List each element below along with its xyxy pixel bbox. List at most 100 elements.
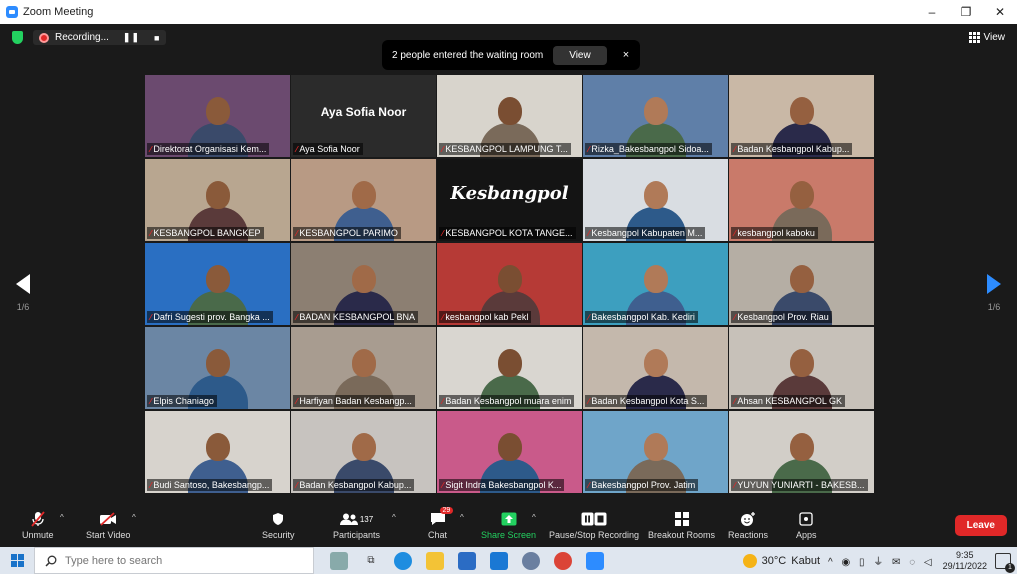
participant-name: Sigit Indra Bakesbangpol K... xyxy=(445,480,562,490)
chrome-icon[interactable] xyxy=(554,551,572,570)
breakout-rooms-icon xyxy=(674,510,689,528)
security-button[interactable]: Security xyxy=(262,510,295,540)
shield-icon xyxy=(272,510,284,528)
participant-name: Dafri Sugesti prov. Bangka ... xyxy=(153,312,270,322)
photo-app-icon[interactable] xyxy=(330,551,348,570)
smiley-icon xyxy=(740,510,756,528)
leave-button[interactable]: Leave xyxy=(954,515,1007,536)
view-layout-button[interactable]: View xyxy=(968,32,1006,43)
stop-recording-icon[interactable]: ■ xyxy=(154,33,160,43)
participant-tile[interactable]: ⁄ Harfiyan Badan Kesbangp... xyxy=(291,327,436,409)
participant-tile[interactable]: ⁄ Budi Santoso, Bakesbangp... xyxy=(145,411,290,493)
participant-name: KESBANGPOL PARIMO xyxy=(299,228,398,238)
participant-tile[interactable]: ⁄ Badan Kesbangpol Kabup... xyxy=(291,411,436,493)
encryption-shield-icon[interactable] xyxy=(12,31,23,44)
participant-tile[interactable]: ⁄ YUYUN YUNIARTI - BAKESB... xyxy=(729,411,874,493)
taskbar-clock[interactable]: 9:35 29/11/2022 xyxy=(943,550,987,572)
participant-tile[interactable]: ⁄ Badan Kesbangpol Kota S... xyxy=(583,327,728,409)
participant-tile[interactable]: Kesbangpol ⁄ KESBANGPOL KOTA TANGE... xyxy=(437,159,582,241)
participant-tile[interactable]: ⁄ Direktorat Organisasi Kem... xyxy=(145,75,290,157)
chat-icon: 29 xyxy=(430,507,454,528)
muted-mic-icon: ⁄ xyxy=(296,312,298,322)
participant-name: kesbangpol kaboku xyxy=(737,228,815,238)
participant-tile[interactable]: Aya Sofia Noor ⁄ Aya Sofia Noor xyxy=(291,75,436,157)
close-window-button[interactable]: ✕ xyxy=(983,0,1017,24)
participant-name-tag: ⁄ kesbangpol kaboku xyxy=(731,227,818,239)
kesbangpol-logo: Kesbangpol xyxy=(450,183,569,204)
participant-name: Harfiyan Badan Kesbangp... xyxy=(299,396,412,406)
participant-name-tag: ⁄ Kesbangpol Kabupaten M... xyxy=(585,227,706,239)
participant-name: Aya Sofia Noor xyxy=(299,144,360,154)
pause-recording-icon[interactable]: ❚❚ xyxy=(123,32,140,43)
participants-options-caret-icon[interactable]: ^ xyxy=(392,513,396,522)
edge-browser-icon[interactable] xyxy=(394,551,412,570)
bird-app-icon[interactable] xyxy=(522,551,540,570)
mail-icon[interactable] xyxy=(490,551,508,570)
notification-center-icon[interactable]: 1 xyxy=(995,552,1015,573)
view-label: View xyxy=(983,32,1006,43)
taskbar-search[interactable] xyxy=(34,547,314,574)
participant-tile[interactable]: ⁄ Badan Kesbangpol muara enim xyxy=(437,327,582,409)
task-view-icon[interactable]: ⧉ xyxy=(362,552,380,570)
chat-options-caret-icon[interactable]: ^ xyxy=(460,513,464,522)
file-explorer-icon[interactable] xyxy=(426,551,444,570)
participant-tile[interactable]: ⁄ Elpis Chaniago xyxy=(145,327,290,409)
meeting-area: Recording... ❚❚ ■ View 2 people entered … xyxy=(0,24,1017,507)
participant-name-tag: ⁄ Bakesbangpol Kab. Kediri xyxy=(585,311,698,323)
previous-page-button[interactable]: 1/6 xyxy=(16,274,30,312)
participants-button[interactable]: 137 Participants xyxy=(333,510,380,540)
waiting-room-view-button[interactable]: View xyxy=(553,45,607,65)
participant-tile[interactable]: ⁄ Kesbangpol Prov. Riau xyxy=(729,243,874,325)
participant-tile[interactable]: ⁄ Bakesbangpol Kab. Kediri xyxy=(583,243,728,325)
breakout-rooms-button[interactable]: Breakout Rooms xyxy=(648,510,715,540)
search-icon xyxy=(45,555,57,567)
unmute-button[interactable]: Unmute xyxy=(22,510,54,540)
zoom-taskbar-icon[interactable] xyxy=(586,551,604,570)
participant-tile[interactable]: ⁄ Badan Kesbangpol Kabup... xyxy=(729,75,874,157)
participant-name: Direktorat Organisasi Kem... xyxy=(153,144,267,154)
share-options-caret-icon[interactable]: ^ xyxy=(532,513,536,522)
arrow-right-icon xyxy=(987,274,1001,294)
start-video-button[interactable]: Start Video xyxy=(86,510,130,540)
participant-tile[interactable]: ⁄ Dafri Sugesti prov. Bangka ... xyxy=(145,243,290,325)
participant-tile[interactable]: ⁄ Kesbangpol Kabupaten M... xyxy=(583,159,728,241)
muted-mic-icon: ⁄ xyxy=(734,228,736,238)
participant-tile[interactable]: ⁄ BADAN KESBANGPOL BNA xyxy=(291,243,436,325)
start-button[interactable] xyxy=(0,547,34,574)
pause-stop-recording-button[interactable]: Pause/Stop Recording xyxy=(549,510,639,540)
security-label: Security xyxy=(262,530,295,540)
store-icon[interactable] xyxy=(458,551,476,570)
tray-icons[interactable]: ^ ◉ ▯ ⏚ ✉ ◌ ◁ xyxy=(828,553,935,568)
apps-button[interactable]: Apps xyxy=(796,510,817,540)
participant-tile[interactable]: ⁄ kesbangpol kab Pekl xyxy=(437,243,582,325)
participant-name-tag: ⁄ kesbangpol kab Pekl xyxy=(439,311,532,323)
audio-options-caret-icon[interactable]: ^ xyxy=(60,513,64,522)
participant-name-tag: ⁄ Ahsan KESBANGPOL GK xyxy=(731,395,846,407)
waiting-room-notification: 2 people entered the waiting room View × xyxy=(382,40,640,70)
search-input[interactable] xyxy=(65,554,245,567)
participant-tile[interactable]: ⁄ kesbangpol kaboku xyxy=(729,159,874,241)
participant-name-tag: ⁄ Sigit Indra Bakesbangpol K... xyxy=(439,479,565,491)
participant-tile[interactable]: ⁄ Ahsan KESBANGPOL GK xyxy=(729,327,874,409)
share-screen-button[interactable]: Share Screen xyxy=(481,510,536,540)
participant-name-tag: ⁄ Aya Sofia Noor xyxy=(293,143,363,155)
participant-tile[interactable]: ⁄ KESBANGPOL LAMPUNG T... xyxy=(437,75,582,157)
muted-mic-icon: ⁄ xyxy=(588,480,590,490)
participant-tile[interactable]: ⁄ Bakesbangpol Prov. Jatim xyxy=(583,411,728,493)
minimize-button[interactable]: – xyxy=(915,0,949,24)
weather-widget[interactable]: 30°C Kabut xyxy=(742,553,820,568)
reactions-button[interactable]: Reactions xyxy=(728,510,768,540)
participant-tile[interactable]: ⁄ Rizka_Bakesbangpol Sidoa... xyxy=(583,75,728,157)
muted-mic-icon: ⁄ xyxy=(442,144,444,154)
participant-name: Badan Kesbangpol muara enim xyxy=(445,396,572,406)
participant-tile[interactable]: ⁄ KESBANGPOL BANGKEP xyxy=(145,159,290,241)
maximize-button[interactable]: ❐ xyxy=(949,0,983,24)
close-notification-icon[interactable]: × xyxy=(623,49,629,61)
participant-tile[interactable]: ⁄ KESBANGPOL PARIMO xyxy=(291,159,436,241)
next-page-button[interactable]: 1/6 xyxy=(987,274,1001,312)
chat-button[interactable]: 29 Chat xyxy=(428,507,454,540)
video-options-caret-icon[interactable]: ^ xyxy=(132,513,136,522)
participant-tile[interactable]: ⁄ Sigit Indra Bakesbangpol K... xyxy=(437,411,582,493)
chat-label: Chat xyxy=(428,530,448,540)
participants-count: 137 xyxy=(359,514,374,524)
